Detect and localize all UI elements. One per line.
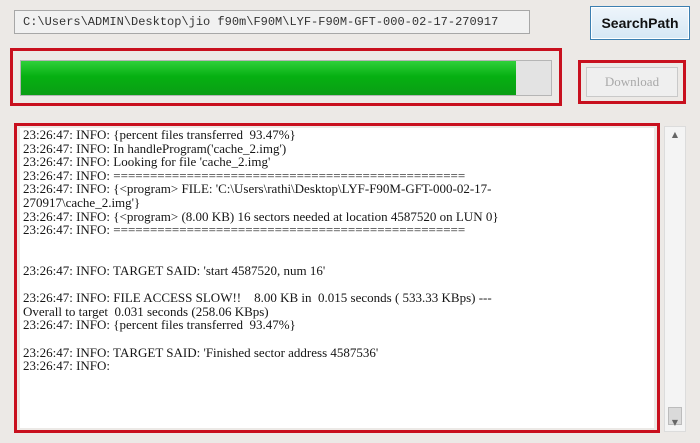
log-line: 23:26:47: INFO: — [23, 358, 111, 374]
log-line: 23:26:47: INFO: TARGET SAID: 'start 4587… — [23, 262, 326, 278]
log-line: 23:26:47: INFO: FILE ACCESS SLOW!! 8.00 … — [23, 290, 492, 306]
log-line: 23:26:47: INFO: ========================… — [23, 167, 466, 183]
download-button[interactable]: Download — [586, 67, 678, 97]
progress-fill — [21, 61, 517, 95]
log-output[interactable]: 23:26:47: INFO: {percent files transferr… — [20, 128, 654, 428]
log-line: 23:26:47: INFO: Looking for file 'cache_… — [23, 154, 271, 170]
log-line: 23:26:47: INFO: {<program> FILE: 'C:\Use… — [23, 181, 492, 197]
scroll-down-icon[interactable]: ▼ — [668, 417, 682, 429]
log-scrollbar[interactable]: ▲ ▼ — [664, 126, 686, 432]
log-line: 23:26:47: INFO: {<program> (8.00 KB) 16 … — [23, 208, 499, 224]
path-field[interactable]: C:\Users\ADMIN\Desktop\jio f90m\F90M\LYF… — [14, 10, 530, 34]
log-line: 23:26:47: INFO: TARGET SAID: 'Finished s… — [23, 344, 379, 360]
log-line: 23:26:47: INFO: {percent files transferr… — [23, 317, 296, 333]
log-line: 23:26:47: INFO: {percent files transferr… — [23, 128, 296, 142]
scroll-up-icon[interactable]: ▲ — [668, 129, 682, 141]
log-line: Overall to target 0.031 seconds (258.06 … — [23, 303, 269, 319]
progress-bar — [20, 60, 552, 96]
log-line: 23:26:47: INFO: In handleProgram('cache_… — [23, 140, 287, 156]
log-line: 270917\cache_2.img'} — [23, 194, 141, 210]
log-line: 23:26:47: INFO: ========================… — [23, 222, 466, 238]
search-path-button[interactable]: SearchPath — [590, 6, 690, 40]
